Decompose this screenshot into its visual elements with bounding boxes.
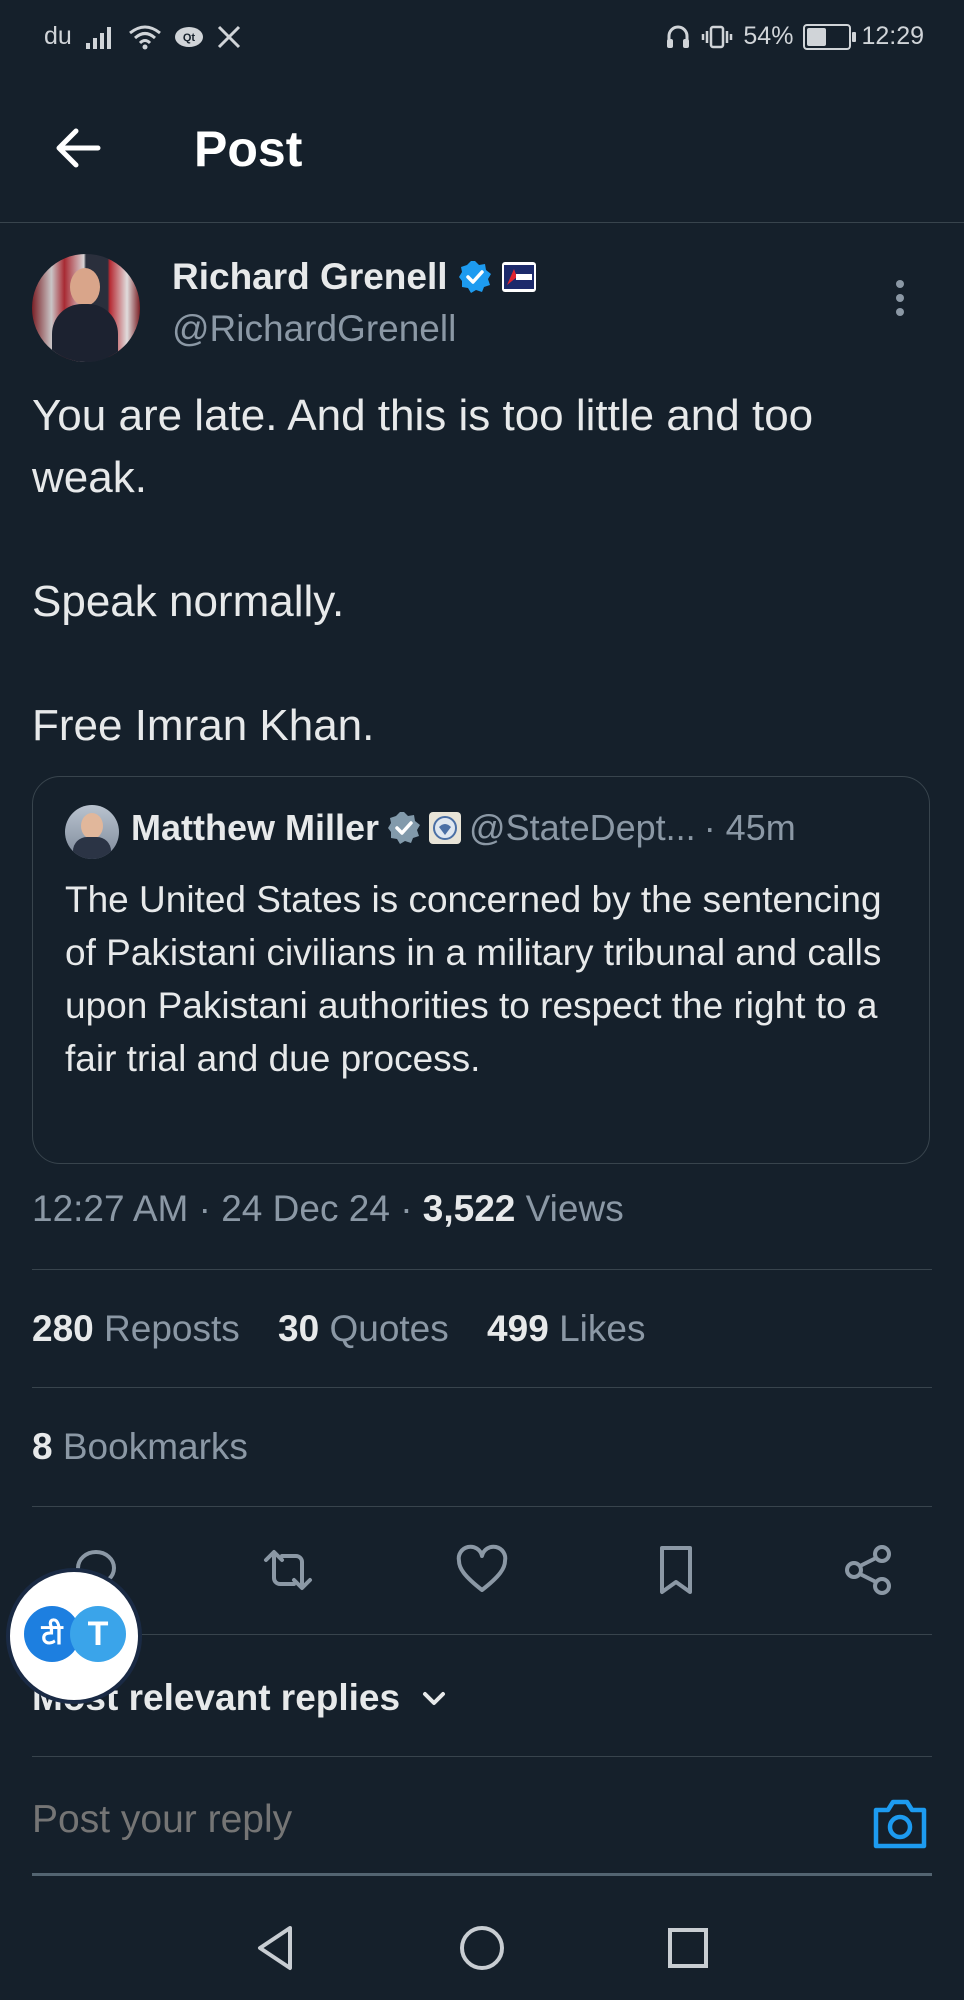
post-text: You are late. And this is too little and… [32, 391, 814, 750]
bookmarks-label: Bookmarks [62, 1426, 248, 1467]
bookmarks-count: 8 [32, 1426, 53, 1467]
battery-percent: 54% [743, 22, 794, 50]
post-time: 12:27 AM [32, 1188, 189, 1229]
author-avatar[interactable] [32, 254, 140, 362]
status-bar: du Qt 54% 12:29 [0, 0, 964, 72]
divider [32, 1269, 932, 1270]
post-meta: 12:27 AM · 24 Dec 24 · 3,522 Views [32, 1188, 624, 1229]
carrier-label: du [44, 22, 72, 50]
quoted-author-row: Matthew Miller @StateDept... · 45m [131, 807, 796, 849]
repost-button[interactable] [260, 1542, 316, 1598]
app-notification-icon: Qt [174, 26, 203, 47]
quotes-label: Quotes [329, 1308, 449, 1349]
views-label: Views [525, 1188, 624, 1229]
affiliation-badge-icon[interactable] [501, 262, 536, 292]
state-dept-seal-icon [429, 812, 462, 844]
bookmarks-stat[interactable]: 8 Bookmarks [32, 1426, 248, 1468]
divider [32, 1634, 932, 1635]
reposts-count: 280 [32, 1308, 94, 1349]
vibrate-icon [702, 25, 733, 48]
quotes-count: 30 [278, 1308, 320, 1349]
svg-text:Qt: Qt [183, 32, 196, 44]
nav-home-icon[interactable] [454, 1920, 510, 1976]
wifi-icon [128, 25, 161, 49]
like-button[interactable] [454, 1542, 510, 1598]
repost-icon [264, 1550, 312, 1590]
clock: 12:29 [861, 22, 924, 50]
more-options-icon[interactable] [894, 278, 906, 318]
reply-input-underline [32, 1873, 932, 1876]
translate-floating-button[interactable]: टी T [6, 1568, 142, 1704]
english-glyph: T [70, 1606, 126, 1662]
quoted-post-card[interactable]: Matthew Miller @StateDept... · 45m The U… [32, 776, 930, 1164]
headphones-icon [667, 25, 690, 48]
divider [32, 1756, 932, 1757]
quoted-author-avatar [65, 805, 119, 859]
likes-count: 499 [487, 1308, 549, 1349]
likes-stat[interactable]: 499 Likes [487, 1308, 645, 1349]
engagement-stats: 280 Reposts 30 Quotes 499 Likes [32, 1308, 673, 1350]
post-date: 24 Dec 24 [221, 1188, 390, 1229]
bookmark-button[interactable] [648, 1542, 704, 1598]
divider [32, 1506, 932, 1507]
chevron-down-icon [423, 1692, 446, 1705]
page-title: Post [194, 121, 303, 177]
quoted-author-handle: @StateDept... [469, 807, 696, 848]
gray-verified-badge-icon [388, 812, 421, 844]
camera-icon[interactable] [872, 1796, 928, 1850]
nav-recents-icon[interactable] [660, 1920, 716, 1976]
views-count: 3,522 [422, 1188, 516, 1229]
quotes-stat[interactable]: 30 Quotes [278, 1308, 459, 1349]
nav-back-icon[interactable] [248, 1920, 304, 1976]
quoted-author-name: Matthew Miller [131, 807, 380, 848]
author-name[interactable]: Richard Grenell [172, 256, 448, 298]
heart-icon [456, 1544, 508, 1592]
signal-icon [85, 26, 111, 49]
status-right: 54% 12:29 [665, 22, 924, 51]
top-app-bar: Post [0, 72, 964, 223]
divider [32, 1387, 932, 1388]
status-left: du Qt [44, 22, 242, 51]
reply-input[interactable] [32, 1798, 832, 1842]
x-app-icon [217, 25, 240, 48]
author-handle[interactable]: @RichardGrenell [172, 308, 456, 350]
quoted-post-text: The United States is concerned by the se… [65, 879, 882, 1079]
quoted-post-age: · 45m [703, 807, 796, 848]
likes-label: Likes [559, 1308, 646, 1349]
reposts-label: Reposts [104, 1308, 240, 1349]
share-icon [845, 1545, 891, 1595]
author-name-row: Richard Grenell [172, 256, 536, 298]
bookmark-icon [660, 1546, 692, 1594]
verified-badge-icon [458, 261, 491, 293]
back-arrow-icon[interactable] [50, 120, 106, 176]
battery-icon [803, 23, 857, 50]
share-button[interactable] [840, 1542, 896, 1598]
reposts-stat[interactable]: 280 Reposts [32, 1308, 250, 1349]
